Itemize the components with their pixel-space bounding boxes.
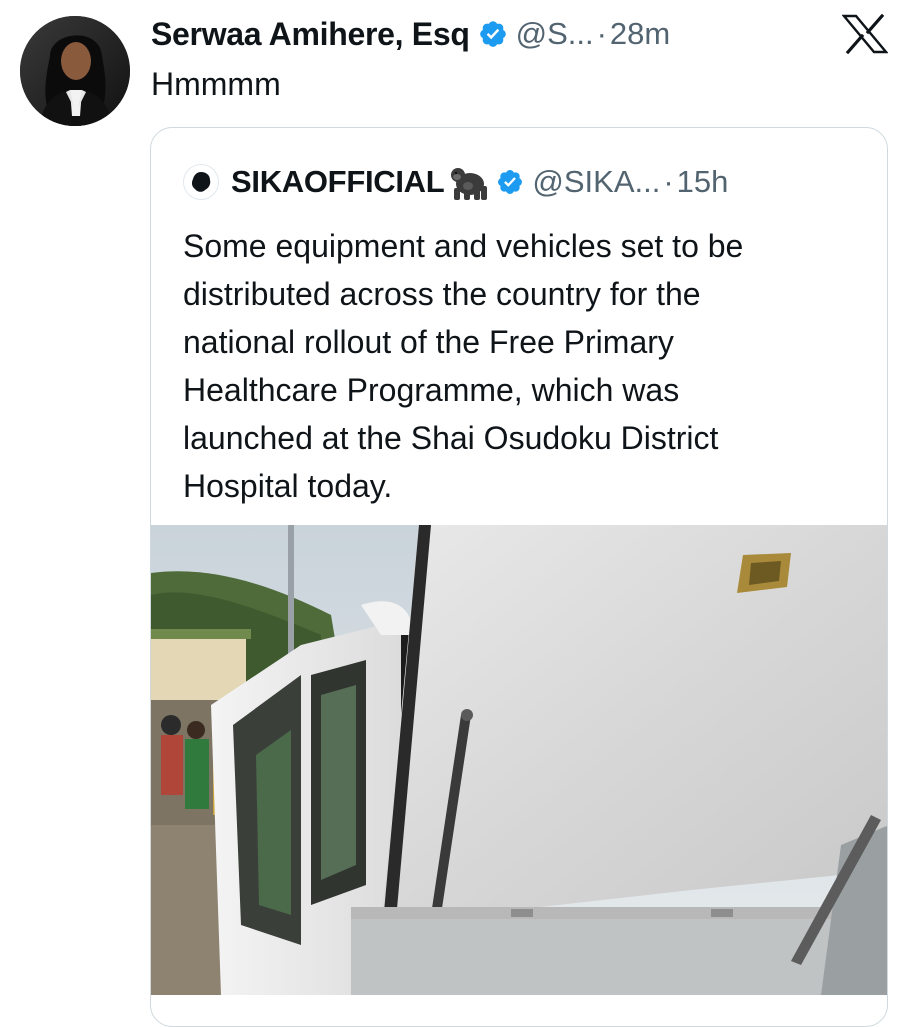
quoted-text-line: Some equipment and vehicles set to be bbox=[183, 228, 744, 264]
gorilla-emoji-icon bbox=[446, 162, 492, 202]
author-avatar[interactable] bbox=[20, 16, 130, 126]
quoted-author-handle[interactable]: @SIKA... bbox=[532, 164, 660, 200]
separator: · bbox=[663, 164, 674, 199]
quoted-text-line: Healthcare Programme, which was bbox=[183, 372, 680, 408]
tweet-media-photo[interactable] bbox=[151, 525, 887, 995]
quoted-tweet-text: Some equipment and vehicles set to be di… bbox=[183, 222, 863, 510]
tweet-time[interactable]: 28m bbox=[610, 16, 670, 52]
quoted-author-name[interactable]: SIKAOFFICIAL bbox=[231, 164, 445, 200]
quoted-text-line: national rollout of the Free Primary bbox=[183, 324, 674, 360]
tweet-text: Hmmmm bbox=[151, 66, 281, 102]
quoted-tweet-header: SIKAOFFICIAL @SIKA... · 15h bbox=[183, 162, 728, 202]
vehicle-photo bbox=[151, 525, 887, 995]
quoted-text-line: Hospital today. bbox=[183, 468, 393, 504]
quoted-author-avatar[interactable] bbox=[183, 164, 219, 200]
ink-blot-logo-icon bbox=[191, 172, 211, 192]
quoted-text-line: launched at the Shai Osudoku District bbox=[183, 420, 719, 456]
x-logo-icon[interactable] bbox=[841, 13, 889, 55]
tweet-header: Serwaa Amihere, Esq @S... · 28m bbox=[151, 12, 670, 56]
verified-badge-icon bbox=[478, 19, 508, 49]
quoted-text-line: distributed across the country for the bbox=[183, 276, 701, 312]
author-handle[interactable]: @S... bbox=[516, 16, 594, 52]
separator: · bbox=[596, 16, 607, 51]
quoted-tweet-card[interactable]: SIKAOFFICIAL @SIKA... · 15h Some equipme… bbox=[150, 127, 888, 1027]
author-name[interactable]: Serwaa Amihere, Esq bbox=[151, 16, 470, 53]
quoted-tweet-time[interactable]: 15h bbox=[677, 164, 729, 200]
verified-badge-icon bbox=[496, 168, 524, 196]
author-avatar-image bbox=[20, 16, 130, 126]
